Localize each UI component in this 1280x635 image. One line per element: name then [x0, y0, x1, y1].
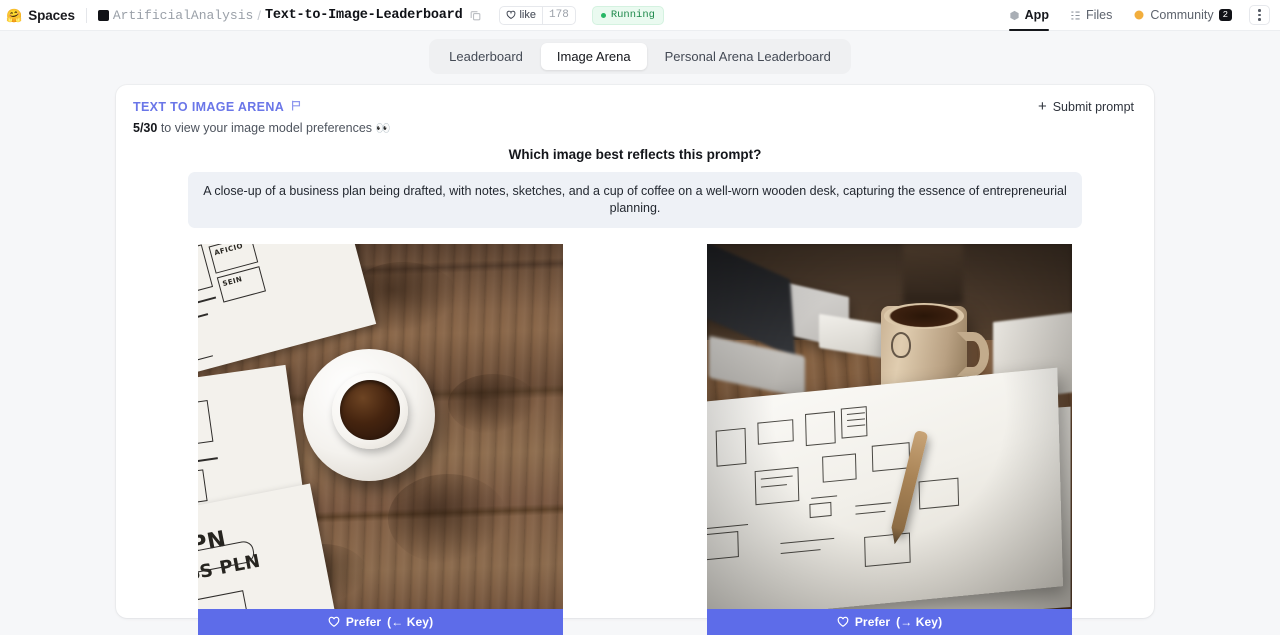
- question-heading: Which image best reflects this prompt?: [508, 147, 762, 162]
- breadcrumb-org[interactable]: ArtificialAnalysis: [113, 8, 253, 23]
- nav-tab-app[interactable]: App: [999, 0, 1059, 31]
- prompt-text: A close-up of a business plan being draf…: [188, 172, 1082, 228]
- status-badge: Running: [591, 5, 664, 25]
- kebab-dot-icon: [1258, 18, 1261, 21]
- tab-image-arena[interactable]: Image Arena: [540, 43, 647, 70]
- arena-card: TEXT TO IMAGE ARENA 5/30 to view your im…: [116, 85, 1154, 635]
- heart-icon: [328, 616, 340, 627]
- generated-image-right[interactable]: [707, 243, 1072, 609]
- desk-scene: [707, 243, 1072, 609]
- nav-tab-files[interactable]: Files: [1060, 0, 1122, 30]
- header-divider: [85, 7, 87, 23]
- coffee-cup: [332, 372, 408, 449]
- nav-tab-files-label: Files: [1085, 8, 1113, 22]
- copy-icon[interactable]: [470, 10, 481, 21]
- card-header-left: TEXT TO IMAGE ARENA 5/30 to view your im…: [133, 99, 390, 135]
- mug-handle: [957, 331, 989, 376]
- prefer-left-button[interactable]: Prefer (← Key): [198, 608, 563, 635]
- submit-prompt-button[interactable]: + Submit prompt: [1038, 99, 1134, 114]
- image-option-right: Prefer (→ Key): [707, 243, 1072, 635]
- nav-tab-community[interactable]: Community 2: [1123, 0, 1242, 30]
- status-label: Running: [610, 9, 655, 21]
- plus-icon: +: [1037, 98, 1047, 115]
- kebab-dot-icon: [1258, 9, 1261, 12]
- wood-grain-knot: [448, 373, 538, 434]
- huggingface-logo-icon[interactable]: 🤗: [6, 9, 22, 22]
- spaces-link[interactable]: Spaces: [28, 8, 75, 23]
- header-left-group: 🤗 Spaces ArtificialAnalysis / Text-to-Im…: [6, 5, 999, 25]
- community-badge-count: 2: [1218, 8, 1232, 22]
- tab-bar: Leaderboard Image Arena Personal Arena L…: [0, 31, 1280, 74]
- like-button[interactable]: like: [500, 7, 542, 24]
- breadcrumb-separator: /: [257, 7, 261, 23]
- heart-icon: [837, 616, 849, 627]
- image-comparison: AFICIO SEIN SENt ANTES AN UN PN NESS PLN: [116, 243, 1154, 635]
- progress-count: 5/30: [133, 121, 158, 135]
- files-icon: [1071, 11, 1080, 19]
- page-title: TEXT TO IMAGE ARENA: [133, 100, 285, 114]
- tab-personal-arena-leaderboard[interactable]: Personal Arena Leaderboard: [649, 43, 847, 70]
- progress-suffix: to view your image model preferences: [160, 121, 373, 135]
- prefer-right-key-hint: (→ Key): [896, 614, 943, 629]
- mug-coffee-surface: [884, 302, 964, 329]
- tab-leaderboard[interactable]: Leaderboard: [433, 43, 539, 70]
- like-button-group[interactable]: like 178: [499, 5, 576, 25]
- mug-logo: [891, 331, 911, 358]
- wireframe-sheet: [707, 367, 1063, 609]
- progress-line: 5/30 to view your image model preference…: [133, 121, 390, 135]
- eyes-icon: 👀: [375, 121, 391, 135]
- overflow-menu-button[interactable]: [1249, 5, 1270, 25]
- flag-icon[interactable]: [290, 99, 303, 115]
- like-count: 178: [542, 6, 575, 24]
- breadcrumb: ArtificialAnalysis / Text-to-Image-Leade…: [97, 7, 482, 23]
- prefer-right-label: Prefer: [854, 614, 891, 629]
- status-dot-icon: [600, 12, 606, 18]
- breadcrumb-repo[interactable]: Text-to-Image-Leaderboard: [265, 8, 463, 23]
- site-header: 🤗 Spaces ArtificialAnalysis / Text-to-Im…: [0, 0, 1280, 31]
- cube-icon: [1010, 10, 1019, 20]
- coffee-saucer: [303, 348, 435, 481]
- nav-tab-community-label: Community: [1150, 8, 1214, 22]
- prefer-left-label: Prefer: [345, 614, 382, 629]
- kebab-dot-icon: [1258, 13, 1261, 17]
- arena-title-row: TEXT TO IMAGE ARENA: [133, 99, 390, 115]
- generated-image-left[interactable]: AFICIO SEIN SENt ANTES AN UN PN NESS PLN: [198, 243, 563, 609]
- wood-grain-knot: [388, 473, 508, 564]
- community-icon: [1134, 10, 1144, 20]
- prefer-left-key-hint: (← Key): [387, 614, 434, 629]
- header-nav: App Files Community 2: [999, 0, 1270, 31]
- card-header: TEXT TO IMAGE ARENA 5/30 to view your im…: [116, 85, 1154, 135]
- prefer-right-button[interactable]: Prefer (→ Key): [707, 608, 1072, 635]
- organization-avatar-icon: [97, 9, 109, 21]
- submit-prompt-label: Submit prompt: [1052, 99, 1134, 114]
- like-label: like: [519, 9, 536, 21]
- tab-group: Leaderboard Image Arena Personal Arena L…: [429, 39, 851, 74]
- image-option-left: AFICIO SEIN SENt ANTES AN UN PN NESS PLN: [198, 243, 563, 635]
- nav-tab-app-label: App: [1024, 8, 1049, 22]
- black-coffee: [340, 379, 400, 440]
- background-chair: [903, 243, 963, 304]
